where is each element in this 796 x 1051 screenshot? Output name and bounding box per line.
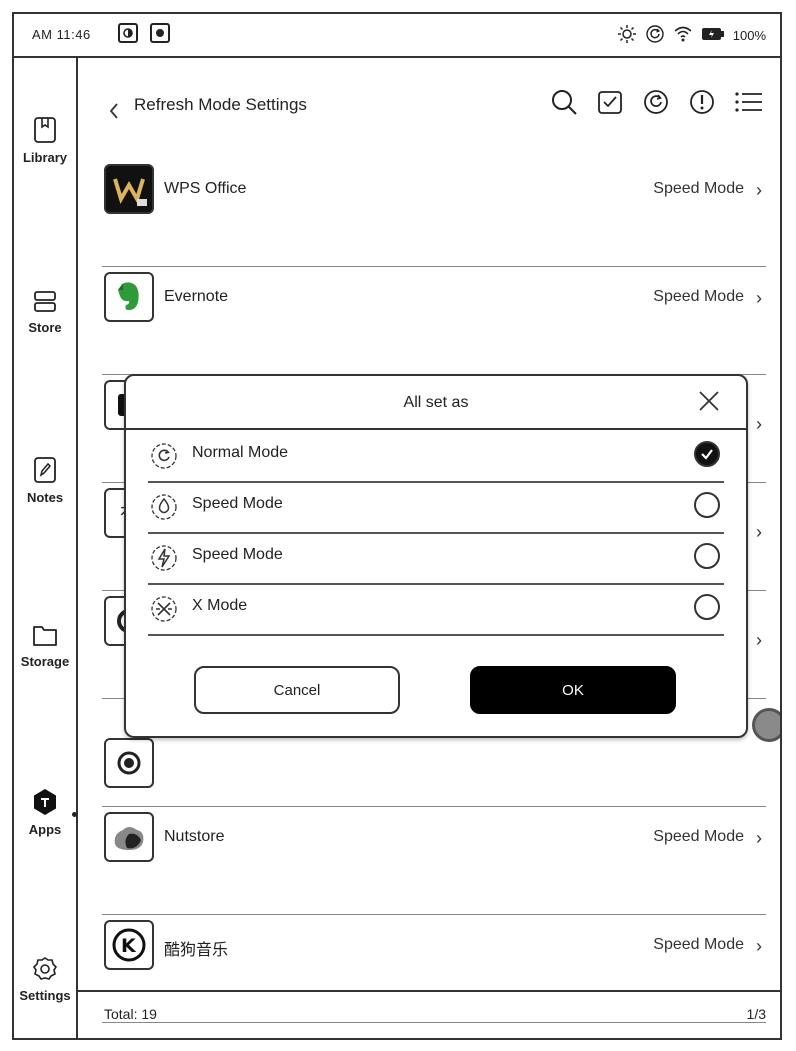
page-title: Refresh Mode Settings xyxy=(134,95,307,114)
status-time: AM 11:46 xyxy=(32,27,91,42)
radio-unchecked[interactable] xyxy=(694,543,720,569)
sidebar: Library Store Notes Storage Apps Setting… xyxy=(14,58,78,1038)
chevron-right-icon: › xyxy=(756,630,762,650)
sidebar-item-label: Notes xyxy=(26,490,64,505)
option-x-mode[interactable]: X Mode xyxy=(148,583,724,636)
info-icon[interactable] xyxy=(688,88,716,116)
search-icon[interactable] xyxy=(550,88,578,116)
list-item[interactable]: Evernote Speed Mode › xyxy=(102,266,766,375)
nutstore-icon xyxy=(104,812,154,862)
total-count: Total: 19 xyxy=(104,1006,157,1022)
list-item[interactable]: WPS Office Speed Mode › xyxy=(102,158,766,267)
sidebar-item-library[interactable]: Library xyxy=(14,116,76,165)
status-right: 100% xyxy=(617,24,766,47)
sidebar-item-label: Apps xyxy=(28,822,62,837)
list-item[interactable]: Nutstore Speed Mode › xyxy=(102,806,766,915)
speed-mode-bolt-icon xyxy=(150,544,178,577)
sidebar-item-storage[interactable]: Storage xyxy=(14,622,76,669)
brightness-icon[interactable] xyxy=(617,24,637,47)
option-speed-mode-2[interactable]: Speed Mode xyxy=(148,532,724,585)
speed-mode-drop-icon xyxy=(150,493,178,526)
app-name: Nutstore xyxy=(164,828,225,845)
dialog-title: All set as xyxy=(403,394,469,411)
sidebar-item-label: Storage xyxy=(20,654,70,669)
menu-icon[interactable] xyxy=(734,88,764,116)
wps-office-icon xyxy=(104,164,154,214)
chevron-right-icon: › xyxy=(756,414,762,434)
chevron-right-icon: › xyxy=(756,936,762,956)
screen-mode-icon[interactable] xyxy=(118,23,138,43)
radio-unchecked[interactable] xyxy=(694,492,720,518)
sidebar-item-store[interactable]: Store xyxy=(14,290,76,335)
page-number: 1/3 xyxy=(746,1006,766,1022)
notes-icon xyxy=(34,457,56,483)
battery-percent: 100% xyxy=(732,28,766,43)
sidebar-item-settings[interactable]: Settings xyxy=(14,956,76,1003)
option-label: Normal Mode xyxy=(192,444,289,461)
chevron-right-icon: › xyxy=(756,180,762,200)
app-mode: Speed Mode xyxy=(653,936,744,953)
svg-text:K: K xyxy=(121,935,137,957)
cancel-button[interactable]: Cancel xyxy=(194,666,400,714)
sidebar-item-label: Store xyxy=(28,320,62,335)
toolbar xyxy=(550,88,764,116)
refresh-status-icon[interactable] xyxy=(645,24,665,47)
chevron-right-icon: › xyxy=(756,288,762,308)
app-name: Evernote xyxy=(164,288,229,305)
status-bar: AM 11:46 100% xyxy=(14,14,780,58)
chevron-right-icon: › xyxy=(756,828,762,848)
header: Refresh Mode Settings xyxy=(78,58,780,158)
x-mode-icon xyxy=(150,595,178,628)
record-icon[interactable] xyxy=(150,23,170,43)
sidebar-item-label: Library xyxy=(22,150,68,165)
store-icon xyxy=(34,291,56,312)
floating-ball-button[interactable] xyxy=(752,708,780,742)
back-arrow-icon[interactable] xyxy=(108,102,120,125)
checkbox-icon[interactable] xyxy=(596,88,624,116)
device-screen: AM 11:46 100% Library Store Notes Storag… xyxy=(12,12,782,1040)
battery-icon xyxy=(701,27,725,44)
folder-icon xyxy=(33,626,57,646)
active-indicator xyxy=(72,812,77,817)
app-name: 酷狗音乐 xyxy=(164,942,229,959)
all-set-as-dialog: All set as Normal Mode Speed Mode Speed … xyxy=(124,374,748,738)
wifi-icon[interactable] xyxy=(673,25,693,46)
normal-mode-icon xyxy=(150,442,178,475)
option-label: Speed Mode xyxy=(192,495,283,512)
ok-button[interactable]: OK xyxy=(470,666,676,714)
app-mode: Speed Mode xyxy=(653,828,744,845)
app-name: WPS Office xyxy=(164,180,247,197)
footer: Total: 19 1/3 xyxy=(78,990,780,1038)
sidebar-item-apps[interactable]: Apps xyxy=(14,788,76,837)
chevron-right-icon: › xyxy=(756,522,762,542)
gear-icon xyxy=(32,957,58,980)
option-normal-mode[interactable]: Normal Mode xyxy=(148,430,724,483)
option-label: X Mode xyxy=(192,597,248,614)
option-label: Speed Mode xyxy=(192,546,283,563)
apps-icon xyxy=(34,789,56,815)
refresh-icon[interactable] xyxy=(642,88,670,116)
sidebar-item-notes[interactable]: Notes xyxy=(14,456,76,505)
evernote-icon xyxy=(104,272,154,322)
app-icon xyxy=(104,738,154,788)
radio-checked[interactable] xyxy=(694,441,720,467)
option-speed-mode-1[interactable]: Speed Mode xyxy=(148,481,724,534)
app-mode: Speed Mode xyxy=(653,288,744,305)
book-icon xyxy=(34,117,56,143)
kugou-music-icon: K xyxy=(104,920,154,970)
sidebar-item-label: Settings xyxy=(19,988,71,1003)
app-mode: Speed Mode xyxy=(653,180,744,197)
close-icon[interactable] xyxy=(698,390,720,417)
radio-unchecked[interactable] xyxy=(694,594,720,620)
